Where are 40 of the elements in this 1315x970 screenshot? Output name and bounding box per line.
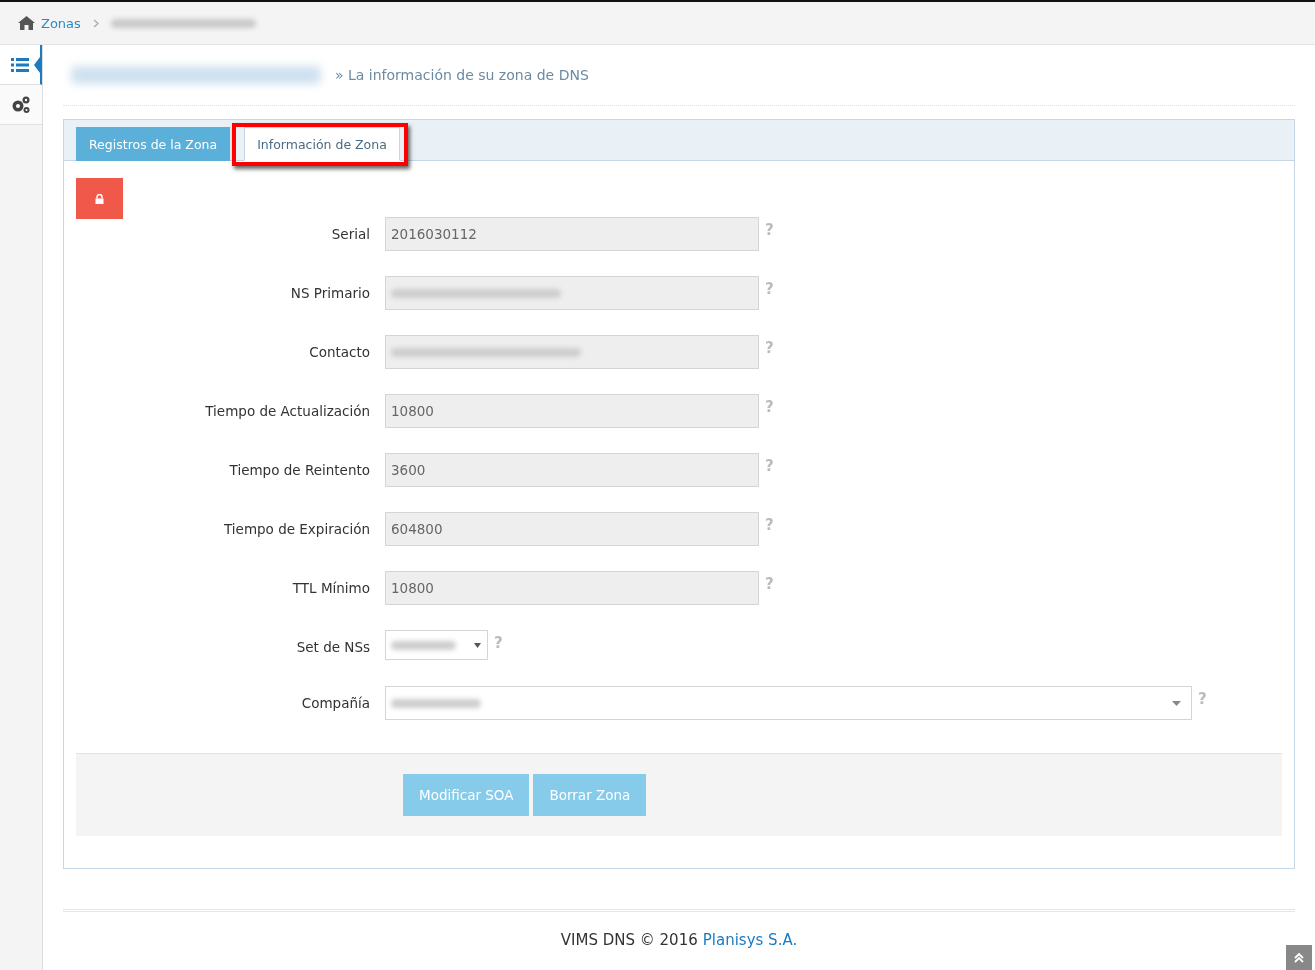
double-chevron-icon	[1294, 953, 1304, 963]
field-label: Serial	[330, 226, 371, 242]
field-label: Compañía	[300, 695, 371, 711]
help-icon[interactable]: ?	[765, 457, 774, 475]
caret-icon	[474, 642, 481, 648]
home-icon	[18, 16, 35, 30]
tab[interactable]: Registros de la Zona	[76, 127, 231, 161]
field-label: Tiempo de Actualización	[204, 403, 371, 419]
help-icon[interactable]: ?	[765, 280, 774, 298]
breadcrumb-link[interactable]: Zonas	[41, 15, 81, 31]
scroll-top-button[interactable]	[1286, 945, 1312, 970]
help-icon[interactable]: ?	[765, 339, 774, 357]
gears-icon	[11, 95, 31, 114]
field-label: Tiempo de Reintento	[228, 462, 371, 478]
help-icon[interactable]: ?	[494, 634, 503, 652]
lock-button[interactable]	[76, 178, 123, 219]
list-icon	[11, 57, 29, 72]
help-icon[interactable]: ?	[1198, 690, 1207, 708]
sidebar-item[interactable]	[0, 45, 42, 85]
field-label: Contacto	[308, 344, 371, 360]
field-label: NS Primario	[289, 285, 371, 301]
chevron-icon	[92, 18, 99, 28]
field-label: TTL Mínimo	[291, 580, 371, 596]
field-label: Tiempo de Expiración	[223, 521, 371, 537]
tab[interactable]: Información de Zona	[244, 127, 400, 161]
footer-link[interactable]: Planisys S.A.	[702, 931, 798, 949]
action-button[interactable]: Modificar SOA	[403, 774, 530, 816]
help-icon[interactable]: ?	[765, 516, 774, 534]
page-subtitle: » La información de su zona de DNS	[335, 67, 589, 83]
help-icon[interactable]: ?	[765, 221, 774, 239]
combo-field[interactable]	[385, 686, 1192, 720]
select-field[interactable]	[385, 630, 488, 660]
action-button[interactable]: Borrar Zona	[533, 774, 647, 816]
lock-icon	[95, 193, 104, 204]
caret-icon	[1172, 700, 1181, 706]
help-icon[interactable]: ?	[765, 398, 774, 416]
field-label: Set de NSs	[295, 639, 371, 655]
help-icon[interactable]: ?	[765, 575, 774, 593]
pointer-icon	[34, 57, 40, 73]
footer-text: VIMS DNS © 2016	[560, 931, 698, 949]
